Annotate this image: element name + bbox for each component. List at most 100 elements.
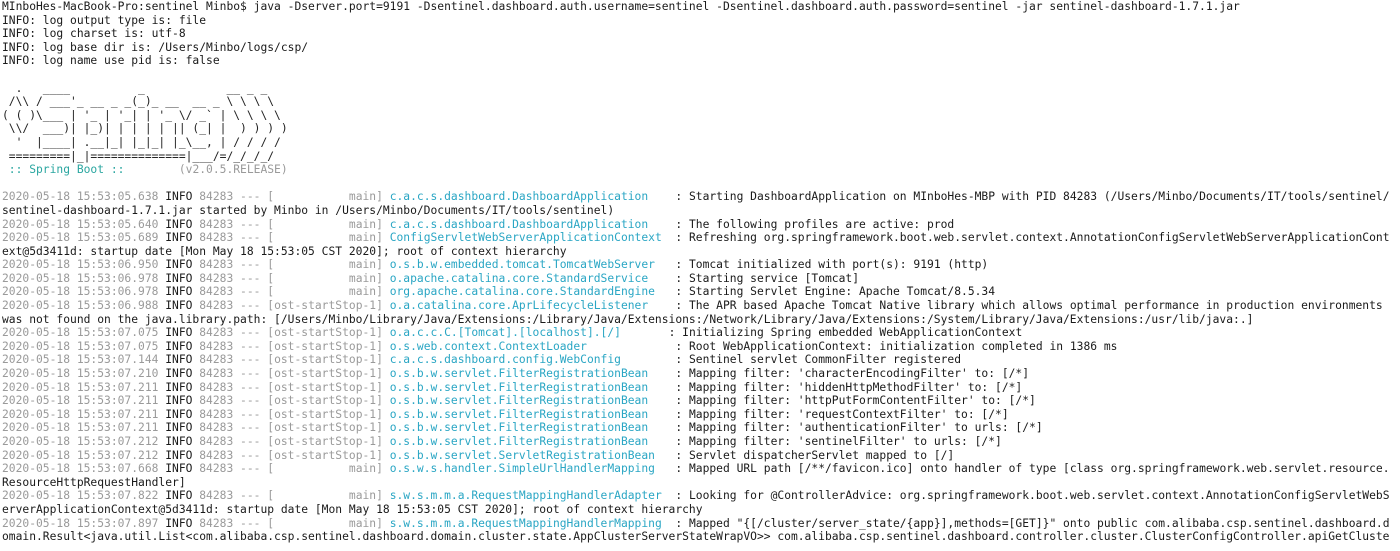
log-timestamp: 2020-05-18 15:53:06.950 (2, 258, 159, 272)
log-logger: o.s.b.w.servlet.FilterRegistrationBean (382, 367, 662, 381)
log-thread: ost-startStop-1] (274, 367, 383, 381)
log-thread: main] (274, 258, 383, 272)
log-level: INFO (158, 217, 193, 231)
log-logger: o.s.b.w.servlet.ServletRegistrationBean (382, 448, 662, 462)
log-message: : Mapped URL path [/**/favicon.ico] onto… (661, 462, 1390, 476)
log-timestamp: 2020-05-18 15:53:05.640 (2, 217, 159, 231)
log-entry: 2020-05-18 15:53:07.668 INFO 84283 --- [… (2, 462, 1400, 476)
info-block: INFO: log output type is: file INFO: log … (2, 14, 1400, 68)
log-timestamp: 2020-05-18 15:53:07.212 (2, 435, 159, 448)
log-entry: 2020-05-18 15:53:07.211 INFO 84283 --- [… (2, 408, 1400, 422)
log-logger: o.s.b.w.servlet.FilterRegistrationBean (382, 407, 662, 421)
log-logger: org.apache.catalina.core.StandardEngine (382, 285, 662, 299)
log-entry: 2020-05-18 15:53:07.075 INFO 84283 --- [… (2, 326, 1400, 340)
log-thread: ost-startStop-1] (274, 421, 383, 435)
log-entry: 2020-05-18 15:53:07.822 INFO 84283 --- [… (2, 489, 1400, 503)
log-pid: 84283 --- [ (192, 258, 275, 272)
log-pid: 84283 --- [ (192, 489, 275, 503)
log-thread: main] (274, 516, 383, 530)
log-thread: ost-startStop-1] (274, 339, 383, 353)
log-message: : Tomcat initialized with port(s): 9191 … (661, 258, 989, 272)
log-entry: 2020-05-18 15:53:06.978 INFO 84283 --- [… (2, 272, 1400, 286)
log-output: 2020-05-18 15:53:05.638 INFO 84283 --- [… (2, 190, 1400, 543)
log-pid: 84283 --- [ (192, 353, 275, 367)
log-logger: o.s.web.context.ContextLoader (382, 339, 662, 353)
terminal-window[interactable]: MInboHes-MacBook-Pro:sentinel Minbo$ jav… (0, 0, 1400, 551)
log-logger: o.s.b.w.servlet.FilterRegistrationBean (382, 380, 662, 394)
log-pid: 84283 --- [ (192, 299, 275, 313)
log-continuation: ext@5d3411d: startup date [Mon May 18 15… (2, 244, 567, 258)
log-logger: o.apache.catalina.core.StandardService (382, 271, 662, 285)
log-message: : Mapping filter: 'sentinelFilter' to ur… (661, 435, 1002, 448)
log-pid: 84283 --- [ (192, 367, 275, 381)
log-pid: 84283 --- [ (192, 271, 275, 285)
log-continuation: omain.Result<java.util.List<com.alibaba.… (2, 530, 1390, 544)
log-timestamp: 2020-05-18 15:53:07.211 (2, 407, 159, 421)
log-message: : Servlet dispatcherServlet mapped to [/… (661, 448, 955, 462)
log-thread: ost-startStop-1] (274, 326, 383, 340)
log-pid: 84283 --- [ (192, 190, 275, 204)
info-line: INFO: log charset is: utf-8 (2, 27, 186, 41)
log-level: INFO (158, 421, 193, 435)
log-entry: 2020-05-18 15:53:07.144 INFO 84283 --- [… (2, 353, 1400, 367)
log-timestamp: 2020-05-18 15:53:05.638 (2, 190, 159, 204)
spring-boot-version-line: :: Spring Boot :: (v2.0.5.RELEASE) (2, 163, 1400, 177)
log-level: INFO (158, 448, 193, 462)
banner-line: /\\ / ___'_ __ _ _(_)_ __ __ _ \ \ \ \ (2, 95, 275, 109)
log-level: INFO (158, 231, 193, 245)
log-entry: 2020-05-18 15:53:07.075 INFO 84283 --- [… (2, 340, 1400, 354)
log-message: : Starting service [Tomcat] (661, 271, 860, 285)
log-thread: ost-startStop-1] (274, 380, 383, 394)
log-entry: 2020-05-18 15:53:07.211 INFO 84283 --- [… (2, 394, 1400, 408)
banner-line: =========|_|==============|___/=/_/_/_/ (2, 149, 275, 163)
log-message: : Starting Servlet Engine: Apache Tomcat… (661, 285, 996, 299)
log-logger: o.s.b.w.embedded.tomcat.TomcatWebServer (382, 258, 662, 272)
log-level: INFO (158, 367, 193, 381)
log-entry: 2020-05-18 15:53:05.689 INFO 84283 --- [… (2, 231, 1400, 245)
log-thread: main] (274, 217, 383, 231)
log-logger: s.w.s.m.m.a.RequestMappingHandlerMapping (382, 516, 662, 530)
log-thread: main] (274, 271, 383, 285)
log-thread: main] (274, 190, 383, 204)
banner-line: . ____ _ __ _ _ (2, 81, 268, 95)
log-message: : Mapping filter: 'characterEncodingFilt… (661, 367, 1030, 381)
command-prompt: MInboHes-MacBook-Pro:sentinel Minbo$ jav… (2, 0, 1240, 13)
log-pid: 84283 --- [ (192, 380, 275, 394)
log-level: INFO (158, 462, 193, 476)
log-timestamp: 2020-05-18 15:53:07.144 (2, 353, 159, 367)
spring-boot-version: (v2.0.5.RELEASE) (131, 163, 288, 177)
log-pid: 84283 --- [ (192, 339, 275, 353)
log-entry: 2020-05-18 15:53:06.950 INFO 84283 --- [… (2, 258, 1400, 272)
log-timestamp: 2020-05-18 15:53:06.978 (2, 285, 159, 299)
log-level: INFO (158, 258, 193, 272)
info-line: INFO: log base dir is: /Users/Minbo/logs… (2, 40, 309, 54)
log-logger: c.a.c.s.dashboard.DashboardApplication (382, 190, 662, 204)
log-timestamp: 2020-05-18 15:53:05.689 (2, 231, 159, 245)
log-level: INFO (158, 407, 193, 421)
log-entry: 2020-05-18 15:53:05.640 INFO 84283 --- [… (2, 218, 1400, 232)
log-entry: 2020-05-18 15:53:07.211 INFO 84283 --- [… (2, 421, 1400, 435)
log-entry: 2020-05-18 15:53:07.210 INFO 84283 --- [… (2, 367, 1400, 381)
log-timestamp: 2020-05-18 15:53:07.668 (2, 462, 159, 476)
info-line: INFO: log name use pid is: false (2, 54, 220, 68)
log-message: : Mapping filter: 'httpPutFormContentFil… (661, 394, 1036, 408)
log-timestamp: 2020-05-18 15:53:07.075 (2, 339, 159, 353)
log-timestamp: 2020-05-18 15:53:07.211 (2, 394, 159, 408)
log-timestamp: 2020-05-18 15:53:07.212 (2, 448, 159, 462)
log-level: INFO (158, 285, 193, 299)
log-pid: 84283 --- [ (192, 435, 275, 448)
log-level: INFO (158, 271, 193, 285)
log-level: INFO (158, 380, 193, 394)
log-timestamp: 2020-05-18 15:53:07.210 (2, 367, 159, 381)
log-timestamp: 2020-05-18 15:53:07.897 (2, 516, 159, 530)
log-pid: 84283 --- [ (192, 448, 275, 462)
log-logger: o.a.c.c.C.[Tomcat].[localhost].[/] (382, 326, 655, 340)
spring-banner: . ____ _ __ _ _ /\\ / ___'_ __ _ _(_)_ _… (2, 82, 1400, 164)
log-timestamp: 2020-05-18 15:53:06.988 (2, 299, 159, 313)
spring-boot-label: :: Spring Boot :: (2, 163, 132, 177)
log-pid: 84283 --- [ (192, 394, 275, 408)
log-message: : Refreshing org.springframework.boot.we… (661, 231, 1390, 245)
log-message: : Mapped "{[/cluster/server_state/{app}]… (661, 516, 1390, 530)
